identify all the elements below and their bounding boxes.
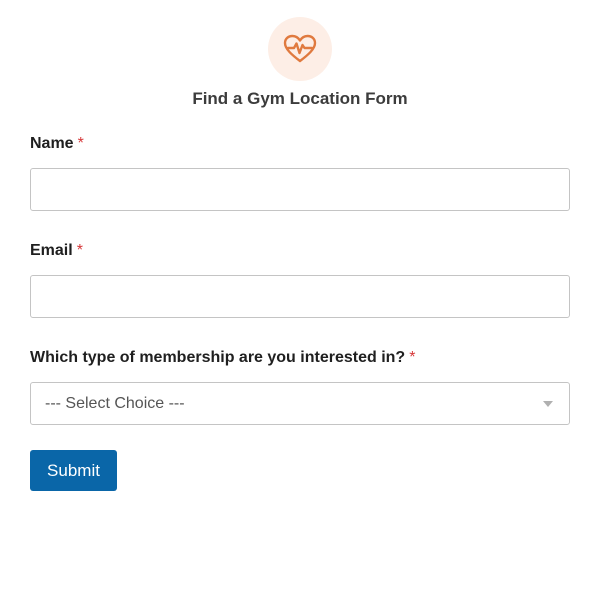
name-field-label: Name * [30, 134, 84, 154]
form-title: Find a Gym Location Form [192, 89, 408, 108]
membership-label-text: Which type of membership are you interes… [30, 349, 406, 366]
form-header-icon-badge [268, 17, 332, 81]
chevron-down-icon [543, 400, 553, 407]
email-label-text: Email [30, 242, 73, 259]
name-input[interactable] [30, 168, 570, 211]
membership-select[interactable]: --- Select Choice --- [30, 382, 570, 425]
required-marker: * [76, 242, 83, 259]
required-marker: * [77, 135, 84, 152]
email-field-label: Email * [30, 241, 83, 261]
heart-pulse-icon [283, 34, 317, 63]
submit-button[interactable]: Submit [30, 450, 117, 491]
membership-field-label: Which type of membership are you interes… [30, 348, 415, 368]
membership-select-value: --- Select Choice --- [45, 394, 185, 412]
name-label-text: Name [30, 135, 74, 152]
email-input[interactable] [30, 275, 570, 318]
required-marker: * [409, 349, 416, 366]
